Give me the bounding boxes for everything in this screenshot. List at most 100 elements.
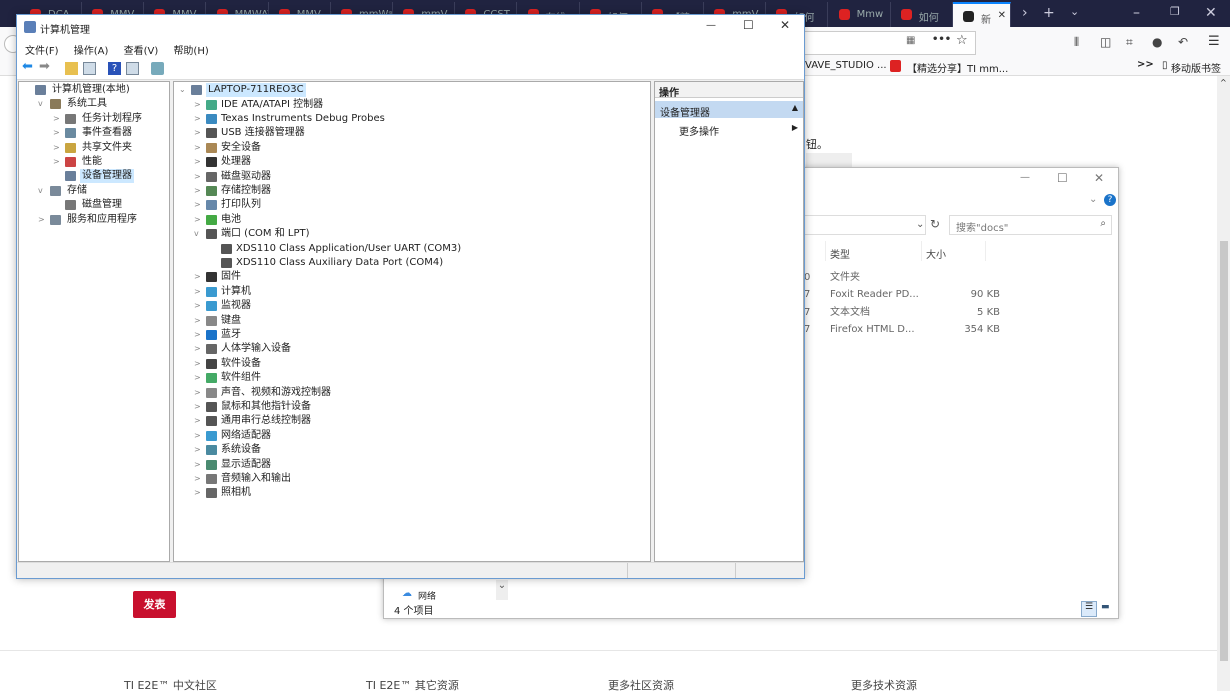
expand-icon[interactable]: > (194, 342, 204, 356)
close-button[interactable]: ✕ (1094, 171, 1104, 185)
new-tab-button[interactable]: + (1043, 5, 1055, 21)
expand-icon[interactable]: > (53, 155, 63, 169)
expand-icon[interactable]: > (194, 357, 204, 371)
restore-browser-button[interactable]: ❐ (1170, 5, 1180, 18)
file-row[interactable]: 7 Firefox HTML D... 354 KB (804, 323, 1000, 337)
more-actions[interactable]: 更多操作 ▶ (655, 121, 803, 138)
expand-icon[interactable]: > (194, 213, 204, 227)
menu-action[interactable]: 操作(A) (74, 46, 109, 57)
help-icon[interactable]: ? (1104, 194, 1116, 206)
expand-icon[interactable]: > (53, 141, 63, 155)
file-row[interactable]: 7 文本文档 5 KB (804, 306, 1000, 320)
collapse-up-icon[interactable]: ▲ (792, 103, 798, 112)
menu-icon[interactable]: ☰ (1208, 34, 1220, 49)
close-browser-button[interactable]: ✕ (1205, 5, 1217, 21)
column-header-size[interactable]: 大小 (926, 246, 946, 261)
expand-icon[interactable]: v (38, 97, 48, 111)
expand-icon[interactable]: > (194, 458, 204, 472)
post-button[interactable]: 发表 (133, 591, 176, 618)
expand-icon[interactable]: > (194, 400, 204, 414)
nav-scroll-down[interactable]: ⌄ (496, 580, 508, 600)
show-hide-tree-icon[interactable] (83, 62, 96, 75)
expand-icon[interactable]: > (194, 198, 204, 212)
scroll-thumb[interactable] (1220, 241, 1228, 661)
expand-icon[interactable]: > (194, 429, 204, 443)
expand-icon[interactable]: > (194, 443, 204, 457)
expand-icon[interactable]: > (194, 126, 204, 140)
qr-code-icon[interactable]: ▦ (906, 35, 915, 46)
sidebar-icon[interactable]: ◫ (1100, 35, 1111, 49)
dropdown-icon[interactable]: ⌄ (916, 219, 924, 230)
up-folder-icon[interactable] (65, 62, 78, 75)
refresh-icon[interactable]: ↻ (930, 217, 940, 231)
large-icons-view-icon[interactable]: ▬ (1101, 602, 1110, 612)
maximize-button[interactable]: ☐ (743, 18, 754, 32)
expand-icon[interactable]: > (194, 414, 204, 428)
expand-icon[interactable]: > (194, 141, 204, 155)
close-button[interactable]: ✕ (780, 18, 790, 32)
forward-arrow-icon[interactable]: ➡ (39, 59, 52, 74)
expand-icon[interactable]: > (53, 112, 63, 126)
expand-icon[interactable]: > (53, 126, 63, 140)
collapse-icon[interactable]: ⌄ (179, 83, 189, 97)
menu-file[interactable]: 文件(F) (25, 46, 59, 57)
expand-icon[interactable]: > (194, 112, 204, 126)
file-row[interactable]: 0 文件夹 (804, 271, 984, 285)
expand-icon[interactable]: > (194, 98, 204, 112)
screenshot-icon[interactable]: ⌗ (1126, 35, 1133, 50)
show-action-pane-icon[interactable] (126, 62, 139, 75)
minimize-browser-button[interactable]: – (1133, 5, 1140, 21)
expand-icon[interactable]: v (194, 227, 204, 241)
undo-icon[interactable]: ↶ (1178, 35, 1188, 49)
expand-icon[interactable]: > (194, 486, 204, 500)
page-scrollbar[interactable]: ^ (1217, 76, 1230, 691)
file-row[interactable]: 7 Foxit Reader PD... 90 KB (804, 288, 1000, 302)
expand-icon[interactable]: > (194, 184, 204, 198)
bookmark-item[interactable]: 【精选分享】TI mm... (907, 60, 1008, 75)
expand-icon[interactable]: > (38, 213, 48, 227)
browser-tab[interactable]: 新 ✕ (953, 2, 1011, 27)
tab-scroll-right-icon[interactable]: › (1022, 5, 1028, 21)
tree-node-icon (65, 171, 76, 182)
browser-tab[interactable]: 如何 (891, 2, 953, 27)
chat-icon[interactable]: ● (1152, 35, 1162, 49)
expand-icon[interactable]: > (194, 386, 204, 400)
browser-tab[interactable]: Mmw (829, 2, 891, 27)
expand-icon[interactable]: > (194, 314, 204, 328)
url-bar[interactable]: ▦ ••• ☆ (790, 31, 976, 55)
expand-icon[interactable]: > (194, 371, 204, 385)
minimize-button[interactable]: — (1020, 172, 1030, 183)
monitor-icon[interactable] (151, 62, 164, 75)
nav-item-network[interactable]: 网络 (418, 589, 436, 602)
expand-icon[interactable]: > (194, 328, 204, 342)
maximize-button[interactable]: ☐ (1057, 171, 1068, 185)
menu-view[interactable]: 查看(V) (124, 46, 159, 57)
search-input[interactable]: 搜索"docs" ⌕ (949, 215, 1112, 235)
bookmark-star-icon[interactable]: ☆ (956, 33, 968, 48)
tab-list-icon[interactable]: ⌄ (1070, 5, 1079, 18)
expand-icon[interactable]: > (194, 299, 204, 313)
expand-ribbon-icon[interactable]: ⌄ (1089, 194, 1097, 205)
expand-icon[interactable]: > (194, 285, 204, 299)
tree-item-label: 存储 (67, 184, 87, 196)
mobile-bookmarks[interactable]: 移动版书签 (1171, 60, 1221, 75)
menu-help[interactable]: 帮助(H) (173, 46, 208, 57)
bookmark-item[interactable]: VAVE_STUDIO ... (805, 60, 887, 71)
bookmarks-overflow[interactable]: >> (1137, 59, 1154, 70)
close-tab-icon[interactable]: ✕ (998, 10, 1006, 21)
expand-icon[interactable]: > (194, 270, 204, 284)
column-header-type[interactable]: 类型 (830, 246, 850, 261)
expand-icon[interactable]: > (194, 170, 204, 184)
help-icon[interactable]: ? (108, 62, 121, 75)
expand-icon[interactable]: v (38, 184, 48, 198)
expand-icon[interactable]: > (194, 472, 204, 486)
actions-section-device-manager[interactable]: 设备管理器 ▲ (655, 101, 803, 119)
library-icon[interactable]: ⫴ (1074, 35, 1079, 50)
computer-management-icon (24, 21, 36, 33)
page-actions-icon[interactable]: ••• (932, 34, 951, 45)
minimize-button[interactable]: — (706, 20, 716, 31)
scroll-up-icon[interactable]: ^ (1220, 78, 1227, 87)
expand-icon[interactable]: > (194, 155, 204, 169)
back-arrow-icon[interactable]: ⬅ (22, 59, 35, 74)
details-view-icon[interactable]: ☰ (1081, 601, 1097, 617)
